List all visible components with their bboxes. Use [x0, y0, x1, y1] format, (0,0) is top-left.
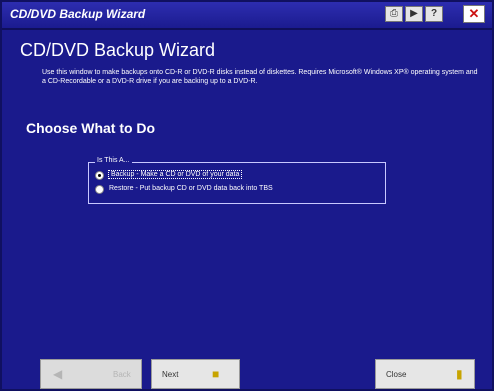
page-description: Use this window to make backups onto CD-…	[42, 69, 478, 85]
back-button-label: Back	[113, 370, 131, 379]
help-book-icon[interactable]: ▶	[405, 6, 423, 22]
next-button-label: Next	[162, 370, 179, 379]
radio-restore[interactable]	[95, 184, 104, 194]
door-icon: ▮	[456, 367, 463, 381]
section-title: Choose What to Do	[26, 120, 156, 136]
restore-option-label: Restore - Put backup CD or DVD data back…	[109, 185, 273, 192]
backup-option-label: Backup - Make a CD or DVD of your data	[107, 170, 243, 179]
printer-icon[interactable]: ⎙	[385, 6, 403, 22]
back-button[interactable]: ◀ Back	[40, 359, 142, 389]
radio-backup[interactable]	[95, 170, 104, 180]
close-icon[interactable]: ✕	[463, 5, 485, 23]
title-bar: CD/DVD Backup Wizard ⎙ ▶ ? ✕	[2, 2, 492, 30]
wizard-window: CD/DVD Backup Wizard ⎙ ▶ ? ✕ CD/DVD Back…	[0, 0, 494, 391]
group-legend: Is This A...	[95, 157, 132, 164]
backup-option[interactable]: Backup - Make a CD or DVD of your data	[95, 169, 243, 181]
question-icon[interactable]: ?	[425, 6, 443, 22]
close-button-label: Close	[386, 370, 407, 379]
option-groupbox: Is This A... Backup - Make a CD or DVD o…	[88, 157, 386, 204]
next-button[interactable]: Next ■	[151, 359, 240, 389]
back-arrow-icon: ◀	[53, 367, 63, 381]
page-title: CD/DVD Backup Wizard	[20, 40, 216, 60]
window-title: CD/DVD Backup Wizard	[10, 7, 146, 21]
next-folder-icon: ■	[212, 367, 220, 381]
restore-option[interactable]: Restore - Put backup CD or DVD data back…	[95, 183, 273, 195]
close-button[interactable]: Close ▮	[375, 359, 475, 389]
